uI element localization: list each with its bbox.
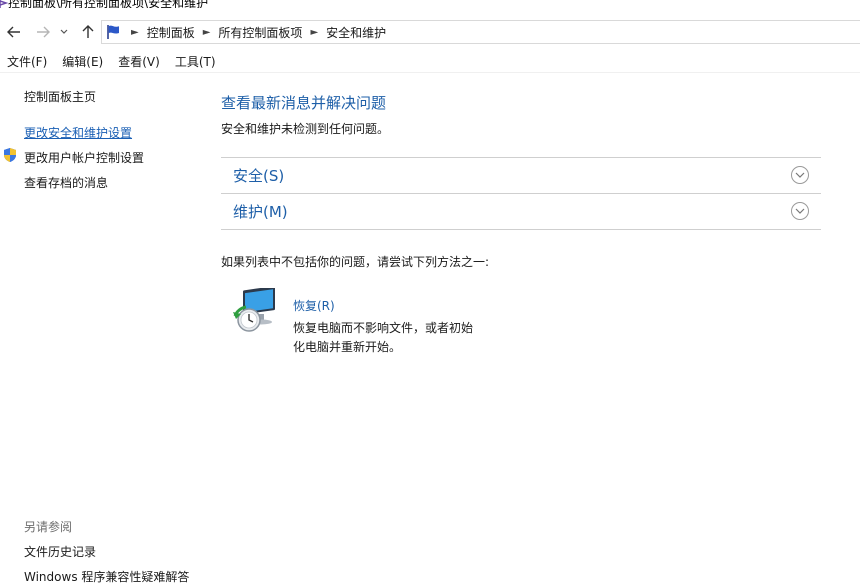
address-bar[interactable]: ► 控制面板 ► 所有控制面板项 ► 安全和维护	[101, 20, 860, 44]
chevron-down-icon[interactable]	[791, 166, 809, 184]
status-message: 安全和维护未检测到任何问题。	[221, 122, 390, 136]
arrow-up-icon	[82, 25, 94, 38]
section-maintenance[interactable]: 维护(M)	[221, 193, 821, 229]
breadcrumb-separator[interactable]: ►	[310, 27, 318, 38]
menu-file[interactable]: 文件(F)	[5, 53, 49, 70]
up-button[interactable]	[77, 21, 99, 43]
recent-locations-button[interactable]	[56, 21, 72, 43]
see-also-compat-troubleshooter[interactable]: Windows 程序兼容性疑难解答	[24, 568, 189, 585]
breadcrumb-security-maintenance[interactable]: 安全和维护	[326, 24, 386, 41]
recovery-description: 恢复电脑而不影响文件，或者初始化电脑并重新开始。	[293, 321, 474, 354]
arrow-left-icon	[7, 26, 20, 38]
control-panel-icon	[0, 0, 9, 8]
breadcrumb-control-panel[interactable]: 控制面板	[147, 24, 195, 41]
sidebar-link-uac-settings[interactable]: 更改用户帐户控制设置	[24, 149, 144, 166]
chevron-down-icon[interactable]	[791, 202, 809, 220]
recovery-icon	[232, 286, 280, 336]
breadcrumb-separator[interactable]: ►	[203, 27, 211, 38]
section-divider	[221, 229, 821, 230]
sidebar-link-home[interactable]: 控制面板主页	[24, 88, 96, 105]
section-maintenance-label[interactable]: 维护(M)	[233, 201, 288, 222]
title-bar: 控制面板\所有控制面板项\安全和维护	[0, 0, 860, 8]
sidebar-link-archived-messages[interactable]: 查看存档的消息	[24, 174, 108, 191]
breadcrumb-separator[interactable]: ►	[131, 27, 139, 38]
arrow-right-icon	[37, 26, 50, 38]
section-security[interactable]: 安全(S)	[221, 157, 821, 193]
menu-view[interactable]: 查看(V)	[116, 53, 162, 70]
page-title: 查看最新消息并解决问题	[221, 94, 387, 112]
menu-tools[interactable]: 工具(T)	[173, 53, 218, 70]
see-also-file-history[interactable]: 文件历史记录	[24, 543, 96, 560]
see-also-header: 另请参阅	[24, 520, 73, 534]
menu-edit[interactable]: 编辑(E)	[60, 53, 105, 70]
sidebar-link-change-settings[interactable]: 更改安全和维护设置	[24, 124, 132, 141]
chevron-down-icon	[60, 29, 68, 34]
section-security-label[interactable]: 安全(S)	[233, 165, 284, 186]
back-button[interactable]	[3, 21, 25, 43]
recovery-link[interactable]: 恢复(R)	[293, 297, 335, 314]
sidebar: 控制面板主页 更改安全和维护设置 更改用户帐户控制设置 查看存档的消息 另请参阅…	[0, 72, 200, 588]
forward-button[interactable]	[32, 21, 54, 43]
menu-bar: 文件(F) 编辑(E) 查看(V) 工具(T)	[0, 50, 860, 73]
uac-shield-icon	[2, 147, 18, 167]
window-title: 控制面板\所有控制面板项\安全和维护	[8, 0, 209, 8]
navigation-bar: ► 控制面板 ► 所有控制面板项 ► 安全和维护	[0, 18, 860, 46]
flag-icon	[105, 24, 121, 40]
breadcrumb-all-items[interactable]: 所有控制面板项	[218, 24, 302, 41]
troubleshoot-hint: 如果列表中不包括你的问题，请尝试下列方法之一:	[221, 255, 490, 269]
